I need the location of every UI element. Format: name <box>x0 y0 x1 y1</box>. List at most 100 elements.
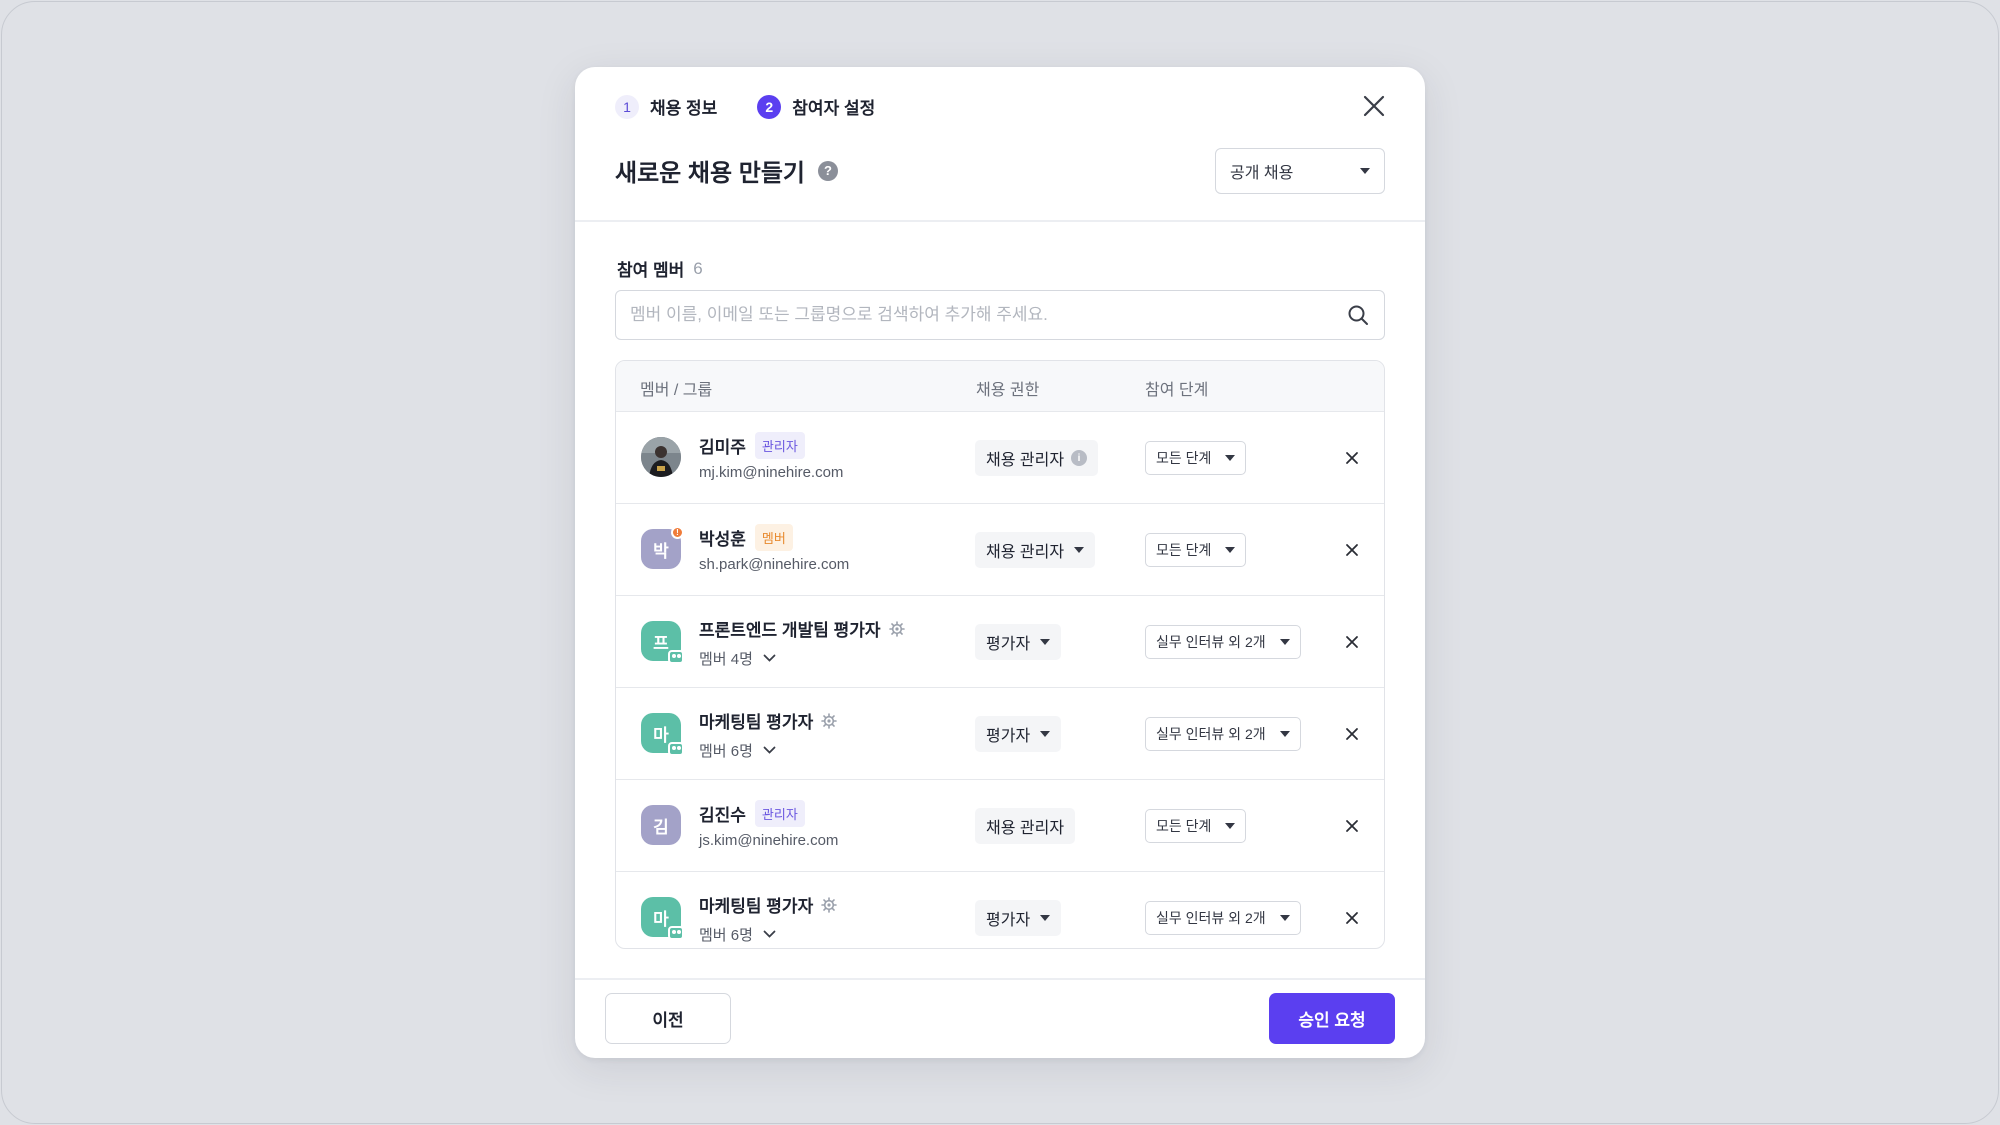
remove-icon[interactable] <box>1344 450 1360 466</box>
stage-value: 실무 인터뷰 외 2개 <box>1156 634 1266 650</box>
step-recruit-info[interactable]: 1 채용 정보 <box>615 94 717 119</box>
members-count: 6 <box>693 258 703 278</box>
avatar-initial: 박 <box>653 541 669 561</box>
members-title: 참여 멤버 <box>617 261 685 280</box>
search-icon[interactable] <box>1346 303 1370 327</box>
status-badge: 멤버 <box>754 524 793 551</box>
chevron-down-icon <box>763 746 776 754</box>
remove-icon[interactable] <box>1344 634 1360 650</box>
remove-icon[interactable] <box>1344 818 1360 834</box>
remove-icon[interactable] <box>1344 726 1360 742</box>
chevron-down-icon <box>763 930 776 938</box>
avatar: 마 <box>641 713 684 756</box>
stage-select[interactable]: 실무 인터뷰 외 2개 <box>1145 717 1301 751</box>
group-icon <box>668 926 684 940</box>
avatar-initial: 마 <box>653 909 669 929</box>
group-member-count-label: 멤버 6명 <box>699 743 753 760</box>
caret-down-icon <box>1279 639 1290 645</box>
avatar-initial: 김 <box>653 817 669 837</box>
stepper: 1 채용 정보 2 참여자 설정 <box>615 94 915 119</box>
table-row: 박 ! 박성훈 멤버 sh.park@ninehire.com 채용 관리자 모… <box>616 503 1384 595</box>
stage-value: 실무 인터뷰 외 2개 <box>1156 910 1266 926</box>
caret-down-icon <box>1040 731 1051 737</box>
stage-select[interactable]: 실무 인터뷰 외 2개 <box>1145 901 1301 935</box>
modal-title: 새로운 채용 만들기 <box>615 160 805 187</box>
member-name-line: 박성훈 멤버 <box>699 524 793 551</box>
avatar-photo <box>641 437 681 477</box>
member-name: 김미주 <box>699 438 746 457</box>
stage-select[interactable]: 모든 단계 <box>1145 809 1247 843</box>
member-search <box>615 290 1385 340</box>
remove-icon[interactable] <box>1344 910 1360 926</box>
stage-value: 실무 인터뷰 외 2개 <box>1156 726 1266 742</box>
members-section-title: 참여 멤버 6 <box>617 256 703 281</box>
stage-select[interactable]: 실무 인터뷰 외 2개 <box>1145 625 1301 659</box>
group-member-count[interactable]: 멤버 6명 <box>699 924 776 945</box>
step-number: 1 <box>615 94 639 119</box>
recruitment-type-value: 공개 채용 <box>1230 165 1294 182</box>
avatar-initial: 프 <box>653 633 669 653</box>
group-name: 마케팅팀 평가자 <box>699 897 814 916</box>
stage-value: 모든 단계 <box>1156 542 1212 558</box>
table-row: 마 마케팅팀 평가자 멤버 6명 평가자 실무 인터뷰 외 2개 <box>616 687 1384 779</box>
status-badge: 관리자 <box>754 800 805 827</box>
modal-header: 1 채용 정보 2 참여자 설정 새로운 채용 만들기 ? 공개 채용 <box>575 67 1425 222</box>
info-icon[interactable]: i <box>1071 450 1088 466</box>
table-row: 마 마케팅팀 평가자 멤버 6명 평가자 실무 인터뷰 외 2개 <box>616 871 1384 948</box>
group-member-count[interactable]: 멤버 6명 <box>699 740 776 761</box>
gear-icon[interactable] <box>821 712 838 729</box>
member-name-line: 김진수 관리자 <box>699 800 805 827</box>
caret-down-icon <box>1040 915 1051 921</box>
role-label: 채용 관리자 <box>975 808 1076 844</box>
stage-select[interactable]: 모든 단계 <box>1145 441 1247 475</box>
step-label: 채용 정보 <box>650 99 718 118</box>
role-select[interactable]: 평가자 <box>975 900 1062 936</box>
close-icon[interactable] <box>1361 93 1387 119</box>
recruitment-type-select[interactable]: 공개 채용 <box>1215 148 1385 194</box>
step-label: 참여자 설정 <box>792 99 876 118</box>
help-icon[interactable]: ? <box>817 160 838 181</box>
group-icon <box>668 650 684 664</box>
gear-icon[interactable] <box>888 620 905 637</box>
role-value: 평가자 <box>986 912 1031 929</box>
caret-down-icon <box>1279 731 1290 737</box>
stage-value: 모든 단계 <box>1156 450 1212 466</box>
stage-value: 모든 단계 <box>1156 818 1212 834</box>
request-approval-button[interactable]: 승인 요청 <box>1269 993 1395 1044</box>
caret-down-icon <box>1040 639 1051 645</box>
modal-title-row: 새로운 채용 만들기 ? <box>615 153 838 188</box>
group-name-line: 마케팅팀 평가자 <box>699 892 838 917</box>
member-name: 김진수 <box>699 806 746 825</box>
member-email: sh.park@ninehire.com <box>699 556 850 573</box>
member-name-line: 김미주 관리자 <box>699 432 805 459</box>
avatar: 김 <box>641 805 681 845</box>
column-header-role: 채용 권한 <box>976 382 1040 399</box>
chevron-down-icon <box>763 654 776 662</box>
avatar: 마 <box>641 897 684 940</box>
step-participants[interactable]: 2 참여자 설정 <box>757 94 875 119</box>
group-member-count-label: 멤버 6명 <box>699 927 753 944</box>
caret-down-icon <box>1225 547 1236 553</box>
group-name: 마케팅팀 평가자 <box>699 713 814 732</box>
role-select[interactable]: 평가자 <box>975 624 1062 660</box>
table-row: 프 프론트엔드 개발팀 평가자 멤버 4명 평가자 실무 인터뷰 외 2개 <box>616 595 1384 687</box>
modal-footer: 이전 승인 요청 <box>575 978 1425 1058</box>
group-member-count[interactable]: 멤버 4명 <box>699 648 776 669</box>
stage-select[interactable]: 모든 단계 <box>1145 533 1247 567</box>
role-value: 평가자 <box>986 728 1031 745</box>
column-header-stage: 참여 단계 <box>1145 382 1209 399</box>
gear-icon[interactable] <box>821 896 838 913</box>
group-name: 프론트엔드 개발팀 평가자 <box>699 621 881 640</box>
role-value: 채용 관리자 <box>986 544 1065 561</box>
role-select[interactable]: 평가자 <box>975 716 1062 752</box>
table-header: 멤버 / 그룹 채용 권한 참여 단계 <box>616 361 1384 411</box>
create-recruitment-modal: 1 채용 정보 2 참여자 설정 새로운 채용 만들기 ? 공개 채용 참여 멤… <box>575 67 1425 1058</box>
member-search-input[interactable] <box>630 305 1346 325</box>
group-name-line: 프론트엔드 개발팀 평가자 <box>699 616 905 641</box>
caret-down-icon <box>1279 915 1290 921</box>
member-email: js.kim@ninehire.com <box>699 832 839 849</box>
avatar <box>641 437 681 477</box>
role-select[interactable]: 채용 관리자 <box>975 532 1096 568</box>
remove-icon[interactable] <box>1344 542 1360 558</box>
previous-button[interactable]: 이전 <box>605 993 731 1044</box>
